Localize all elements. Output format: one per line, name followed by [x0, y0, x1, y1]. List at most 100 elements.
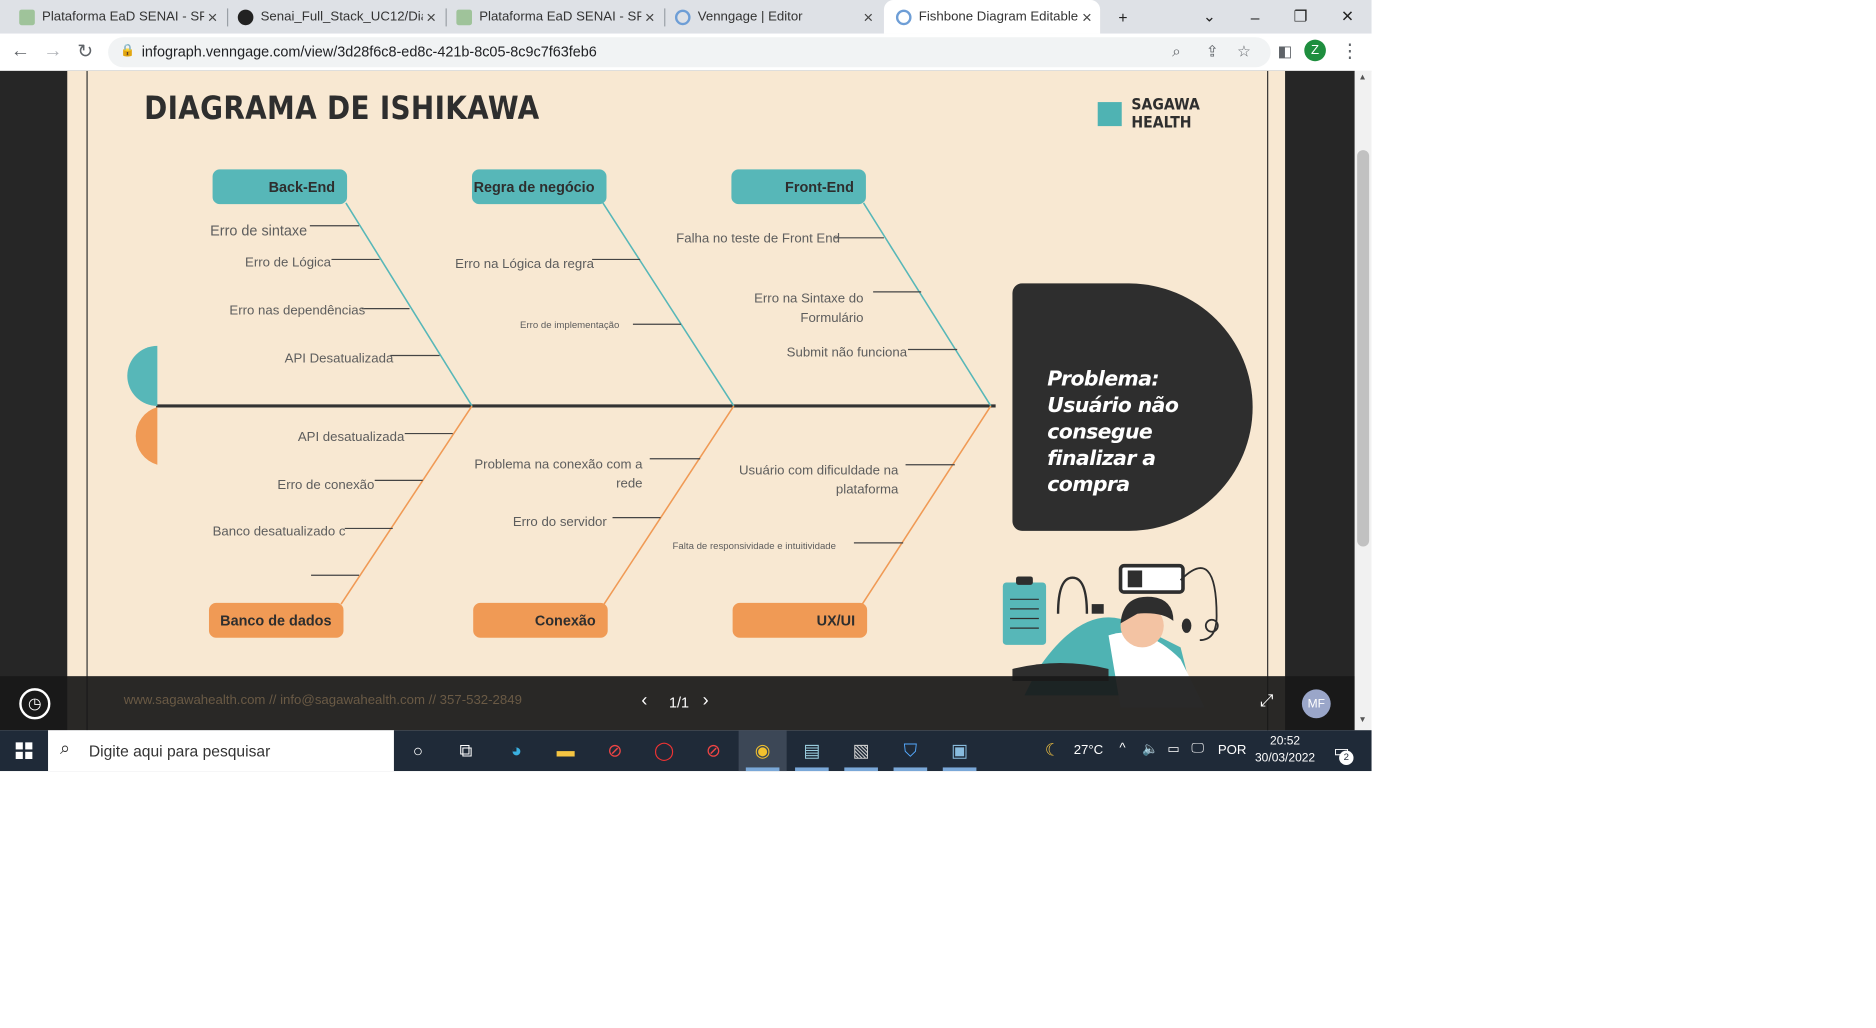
tail-teal-shape — [127, 345, 158, 406]
search-placeholder: Digite aqui para pesquisar — [88, 742, 271, 761]
tab-strip: Plataforma EaD SENAI - SP - × Senai_Full… — [0, 0, 1372, 34]
app-icon-red-2[interactable]: ⊘ — [699, 736, 728, 765]
brand-logo: SAGAWA HEALTH — [1097, 96, 1267, 133]
tab-title: Plataforma EaD SENAI - SP - — [479, 9, 642, 25]
viewer-controls-bar: ◷ www.sagawahealth.com // info@sagawahea… — [0, 676, 1355, 731]
previous-page-icon[interactable]: ‹ — [641, 691, 647, 711]
network-icon[interactable]: 🖵 — [1191, 741, 1204, 757]
diagram-title: DIAGRAMA DE ISHIKAWA — [144, 90, 540, 128]
category-ux-ui: UX/UI — [732, 602, 868, 638]
side-panel-icon[interactable]: ◧ — [1272, 38, 1298, 64]
lock-icon: 🔒 — [120, 44, 136, 58]
url-text[interactable]: infograph.venngage.com/view/3d28f6c8-ed8… — [142, 43, 597, 60]
venngage-icon — [895, 9, 912, 25]
weather-temperature[interactable]: 27°C — [1074, 743, 1104, 757]
scroll-down-icon[interactable]: ▼ — [1358, 716, 1366, 724]
cause-label: Submit não funciona — [786, 345, 908, 361]
tab-title: Venngage | Editor — [697, 9, 803, 25]
share-icon[interactable]: ⇪ — [1206, 42, 1219, 61]
infographic-canvas: DIAGRAMA DE ISHIKAWA SAGAWA HEALTH Back-… — [67, 70, 1286, 731]
cause-label: Banco desatualizado c — [212, 524, 346, 540]
security-icon[interactable]: ⛉ — [896, 736, 925, 765]
new-tab-button[interactable]: + — [1100, 0, 1146, 34]
taskbar-search-box[interactable]: ⌕ Digite aqui para pesquisar — [48, 730, 394, 772]
cortana-icon[interactable]: ○ — [404, 736, 433, 765]
edge-icon[interactable]: ◕ — [502, 736, 531, 765]
browser-tab-3[interactable]: Plataforma EaD SENAI - SP - × — [437, 0, 663, 34]
vertical-scrollbar[interactable]: ▲ ▼ — [1354, 70, 1372, 731]
fullscreen-icon[interactable]: ⤢ — [1260, 691, 1273, 711]
image-viewer-icon[interactable]: ▣ — [945, 736, 974, 765]
tab-search-icon[interactable]: ⌄ — [1187, 0, 1233, 34]
browser-tab-2[interactable]: Senai_Full_Stack_UC12/Diagr × — [219, 0, 445, 34]
browser-toolbar: ← → ↻ 🔒 infograph.venngage.com/view/3d28… — [0, 33, 1372, 73]
page-indicator: 1/1 — [668, 694, 689, 711]
cause-label: API desatualizada — [297, 429, 405, 445]
bookmark-star-icon[interactable]: ☆ — [1237, 42, 1251, 61]
close-icon[interactable]: × — [1078, 7, 1095, 26]
tail-orange-shape — [135, 407, 158, 465]
photos-icon[interactable]: ▧ — [847, 736, 876, 765]
search-icon: ⌕ — [60, 738, 71, 760]
cause-label: Erro na Lógica da regra — [455, 257, 594, 272]
notification-count-badge: 2 — [1339, 750, 1354, 766]
taskbar-clock[interactable]: 20:52 30/03/2022 — [1249, 734, 1321, 768]
cause-label: Usuário com dificuldade na plataforma — [738, 463, 899, 498]
windows-taskbar: ⌕ Digite aqui para pesquisar ○ ⧉ ◕ ▬ ⊘ ◯… — [0, 730, 1372, 772]
start-button[interactable] — [0, 730, 48, 771]
cause-label: Falta de responsividade e intuitividade — [672, 540, 837, 552]
cause-label: Erro de implementação — [520, 319, 620, 331]
clock-date: 30/03/2022 — [1255, 751, 1316, 766]
window-close-icon[interactable]: ✕ — [1325, 0, 1371, 34]
cause-label: Erro nas dependências — [229, 303, 366, 319]
windows-logo-icon — [15, 742, 33, 760]
app-icon-red[interactable]: ⊘ — [601, 736, 630, 765]
close-icon[interactable]: × — [860, 7, 877, 26]
browser-tab-5-active[interactable]: Fishbone Diagram Editable T × — [883, 0, 1101, 34]
tab-title: Plataforma EaD SENAI - SP - — [42, 9, 205, 25]
chrome-icon[interactable]: ◉ — [738, 730, 787, 772]
chevron-up-icon[interactable]: ^ — [1119, 741, 1125, 755]
category-front-end: Front-End — [731, 169, 866, 205]
clock-time: 20:52 — [1270, 735, 1301, 749]
profile-avatar[interactable]: Z — [1304, 39, 1326, 62]
cause-label: Erro de Lógica — [245, 255, 331, 271]
brand-name: SAGAWA HEALTH — [1131, 96, 1200, 133]
menu-kebab-icon[interactable]: ⋮ — [1337, 38, 1363, 64]
cause-label: Erro do servidor — [512, 515, 607, 530]
next-page-icon[interactable]: › — [703, 691, 709, 711]
user-avatar[interactable]: MF — [1301, 689, 1331, 719]
battery-icon[interactable]: ▭ — [1167, 741, 1179, 756]
timer-icon[interactable]: ◷ — [19, 688, 51, 720]
category-conexao: Conexão — [473, 602, 608, 638]
browser-tab-4[interactable]: Venngage | Editor × — [656, 0, 882, 34]
cause-label: Erro de sintaxe — [210, 222, 308, 239]
scroll-up-icon[interactable]: ▲ — [1358, 73, 1366, 81]
file-explorer-icon[interactable]: ▬ — [551, 736, 580, 765]
scrollbar-thumb[interactable] — [1357, 150, 1370, 547]
back-icon[interactable]: ← — [7, 38, 33, 64]
page-viewport: DIAGRAMA DE ISHIKAWA SAGAWA HEALTH Back-… — [0, 70, 1355, 731]
category-regra-de-negocio: Regra de negócio — [471, 169, 607, 205]
notepad-icon[interactable]: ▤ — [797, 736, 826, 765]
language-indicator[interactable]: POR — [1218, 743, 1247, 757]
zoom-icon[interactable]: ⌕ — [1172, 42, 1181, 61]
browser-tab-1[interactable]: Plataforma EaD SENAI - SP - × — [0, 0, 226, 34]
minimize-icon[interactable]: – — [1232, 0, 1278, 34]
senai-icon — [456, 9, 472, 25]
category-banco-de-dados: Banco de dados — [208, 602, 344, 638]
problem-statement: Problema: Usuário não consegue finalizar… — [1047, 367, 1179, 498]
infographic-frame: DIAGRAMA DE ISHIKAWA SAGAWA HEALTH Back-… — [86, 70, 1269, 731]
opera-icon[interactable]: ◯ — [650, 736, 679, 765]
cause-label: API Desatualizada — [284, 351, 394, 367]
restore-icon[interactable]: ❐ — [1278, 0, 1324, 34]
address-bar[interactable]: 🔒 infograph.venngage.com/view/3d28f6c8-e… — [108, 37, 1271, 68]
task-view-icon[interactable]: ⧉ — [452, 736, 481, 765]
reload-icon[interactable]: ↻ — [72, 38, 98, 64]
forward-icon[interactable]: → — [40, 38, 66, 64]
volume-icon[interactable]: 🔈 — [1142, 741, 1158, 756]
cause-label: Problema na conexão com a rede — [474, 457, 643, 492]
weather-moon-icon[interactable]: ☾ — [1045, 740, 1060, 760]
tab-title: Senai_Full_Stack_UC12/Diagr — [260, 9, 423, 25]
cause-label: Erro na Sintaxe do Formulário — [754, 291, 864, 326]
